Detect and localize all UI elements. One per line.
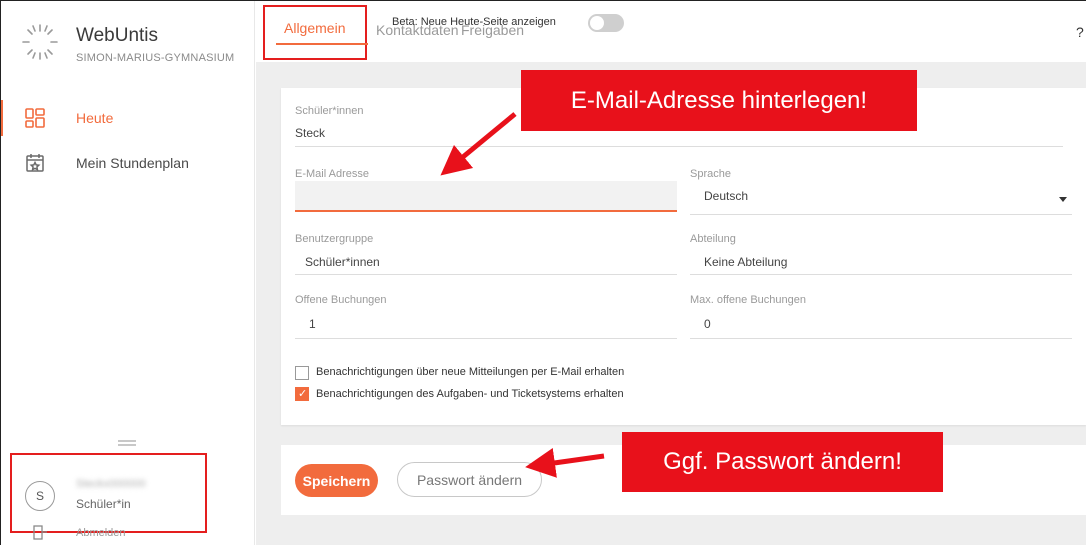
field-label: Schüler*innen	[295, 105, 364, 117]
divider	[295, 274, 677, 275]
sidebar-item-label: Mein Stundenplan	[76, 155, 189, 171]
dashboard-icon	[25, 108, 45, 128]
student-value: Steck	[295, 126, 326, 140]
divider	[295, 338, 677, 339]
help-icon[interactable]: ?	[1076, 24, 1084, 40]
beta-toggle[interactable]	[588, 14, 624, 32]
language-select[interactable]: Deutsch	[704, 189, 748, 203]
general-settings-card: Schüler*innen Steck E-Mail Adresse Sprac…	[281, 88, 1086, 425]
user-group-value: Schüler*innen	[305, 255, 380, 269]
brand: WebUntis SIMON-MARIUS-GYMNASIUM	[20, 22, 234, 64]
active-tab-underline	[276, 43, 368, 45]
sidebar-item-label: Heute	[76, 110, 114, 126]
department-label: Abteilung	[690, 229, 736, 247]
notify-messages-label: Benachrichtigungen über neue Mitteilunge…	[316, 366, 625, 378]
active-indicator	[0, 100, 3, 136]
brand-text: WebUntis SIMON-MARIUS-GYMNASIUM	[76, 25, 234, 64]
notify-tickets-checkbox[interactable]: ✓	[295, 387, 309, 401]
sun-logo-icon	[22, 24, 58, 60]
app-name: WebUntis	[76, 25, 159, 46]
save-button[interactable]: Speichern	[295, 464, 378, 497]
language-label: Sprache	[690, 164, 731, 182]
chevron-down-icon[interactable]	[1059, 197, 1067, 202]
change-password-button[interactable]: Passwort ändern	[397, 462, 542, 497]
sidebar-item-stundenplan[interactable]: Mein Stundenplan	[0, 145, 255, 181]
max-open-bookings-value: 0	[704, 317, 711, 331]
open-bookings-value: 1	[309, 317, 316, 331]
email-field[interactable]	[295, 181, 677, 212]
student-label: Schüler*innen	[295, 101, 364, 119]
sidebar-item-heute[interactable]: Heute	[0, 100, 255, 136]
logout-icon[interactable]	[32, 524, 48, 540]
password-hint-callout: Ggf. Passwort ändern!	[622, 432, 943, 492]
drag-handle[interactable]	[118, 440, 136, 446]
field-label: Offene Buchungen	[295, 294, 387, 306]
field-label: Max. offene Buchungen	[690, 294, 806, 306]
field-label: Abteilung	[690, 233, 736, 245]
max-open-bookings-label: Max. offene Buchungen	[690, 290, 806, 308]
divider	[295, 146, 1063, 147]
user-group-label: Benutzergruppe	[295, 229, 373, 247]
notify-tickets-label: Benachrichtigungen des Aufgaben- und Tic…	[316, 388, 624, 400]
sidebar: WebUntis SIMON-MARIUS-GYMNASIUM Heute Me…	[0, 0, 255, 545]
tab-bar: Allgemein Kontaktdaten Freigaben Beta: N…	[256, 0, 1086, 62]
field-label: Benutzergruppe	[295, 233, 374, 245]
user-name-blurred: Steckx000000	[76, 478, 146, 490]
email-label: E-Mail Adresse	[295, 164, 369, 182]
email-hint-callout: E-Mail-Adresse hinterlegen!	[521, 70, 917, 131]
divider	[690, 338, 1072, 339]
avatar[interactable]: S	[25, 481, 55, 511]
calendar-icon	[26, 154, 44, 172]
beta-toggle-label: Beta: Neue Heute-Seite anzeigen	[392, 16, 556, 28]
field-label: E-Mail Adresse	[295, 168, 369, 180]
user-role: Schüler*in	[76, 497, 131, 511]
open-bookings-label: Offene Buchungen	[295, 290, 387, 308]
check-icon: ✓	[298, 388, 308, 400]
school-name: SIMON-MARIUS-GYMNASIUM	[76, 52, 235, 64]
notify-messages-checkbox[interactable]	[295, 366, 309, 380]
divider	[690, 274, 1072, 275]
tab-allgemein[interactable]: Allgemein	[284, 20, 345, 36]
department-value: Keine Abteilung	[704, 255, 788, 269]
logout-link[interactable]: Abmelden	[76, 527, 126, 539]
divider	[690, 214, 1072, 215]
toggle-knob	[590, 16, 604, 30]
field-label: Sprache	[690, 168, 731, 180]
